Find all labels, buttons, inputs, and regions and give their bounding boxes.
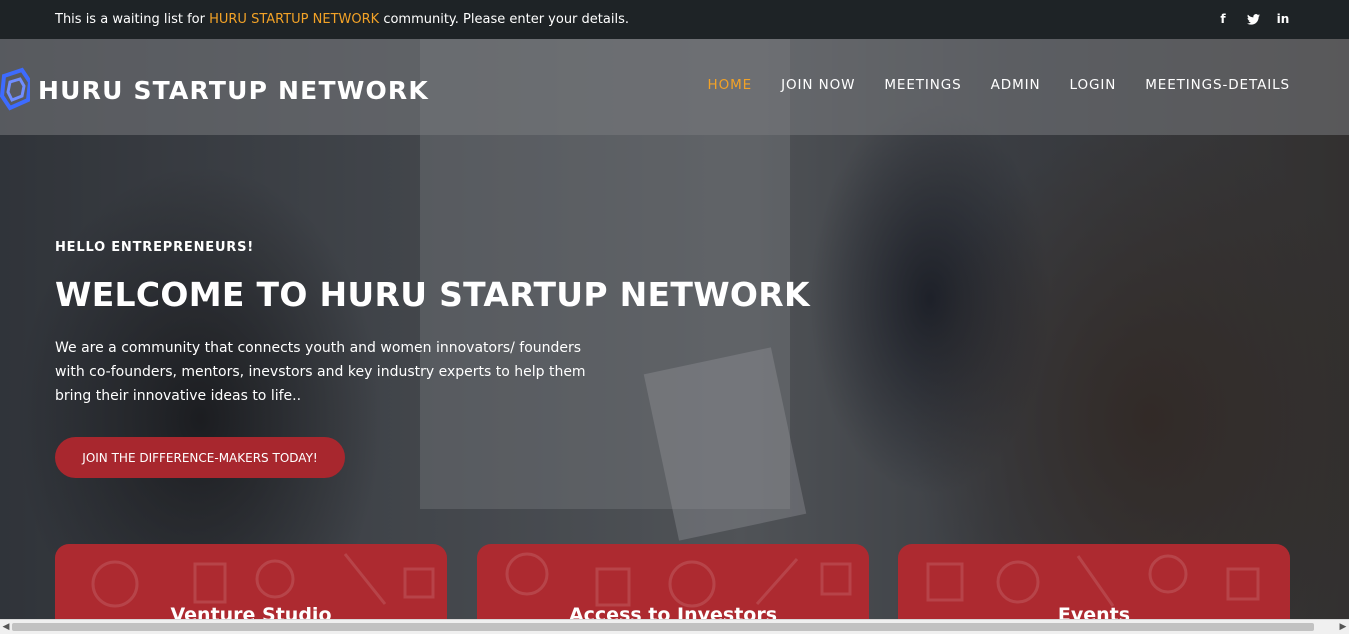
- linkedin-icon[interactable]: in: [1275, 11, 1291, 27]
- message-suffix: community. Please enter your details.: [379, 12, 629, 27]
- hero-lead: We are a community that connects youth a…: [55, 340, 586, 404]
- join-cta-button[interactable]: JOIN THE DIFFERENCE-MAKERS TODAY!: [55, 437, 345, 478]
- brand-logo[interactable]: HURU STARTUP NETWORK: [0, 66, 429, 114]
- scroll-left-arrow-icon[interactable]: ◀: [1, 622, 11, 632]
- nav-item-meetings-details[interactable]: MEETINGS-DETAILS: [1145, 77, 1290, 93]
- hero-eyebrow: HELLO ENTREPRENEURS!: [55, 240, 254, 255]
- top-bar: This is a waiting list for HURU STARTUP …: [0, 0, 1349, 39]
- scroll-right-arrow-icon[interactable]: ▶: [1338, 622, 1348, 632]
- hexagon-logo-icon: [0, 67, 30, 111]
- waiting-list-message: This is a waiting list for HURU STARTUP …: [55, 12, 629, 27]
- nav-menu: HOME JOIN NOW MEETINGS ADMIN LOGIN MEETI…: [708, 77, 1290, 93]
- social-links: f in: [1215, 11, 1291, 27]
- nav-item-meetings[interactable]: MEETINGS: [884, 77, 961, 93]
- facebook-icon[interactable]: f: [1215, 11, 1231, 27]
- horizontal-scrollbar[interactable]: ◀ ▶: [0, 619, 1349, 634]
- message-prefix: This is a waiting list for: [55, 12, 210, 27]
- nav-item-login[interactable]: LOGIN: [1070, 77, 1117, 93]
- hero-headline: WELCOME TO HURU STARTUP NETWORK: [55, 275, 810, 314]
- brand-name: HURU STARTUP NETWORK: [38, 75, 429, 105]
- message-brand: HURU STARTUP NETWORK: [209, 12, 380, 27]
- nav-item-home[interactable]: HOME: [708, 77, 753, 93]
- main-navbar: HURU STARTUP NETWORK HOME JOIN NOW MEETI…: [0, 39, 1349, 135]
- nav-item-admin[interactable]: ADMIN: [991, 77, 1041, 93]
- scrollbar-thumb[interactable]: [12, 623, 1314, 631]
- twitter-icon[interactable]: [1245, 11, 1261, 27]
- nav-item-join-now[interactable]: JOIN NOW: [781, 77, 855, 93]
